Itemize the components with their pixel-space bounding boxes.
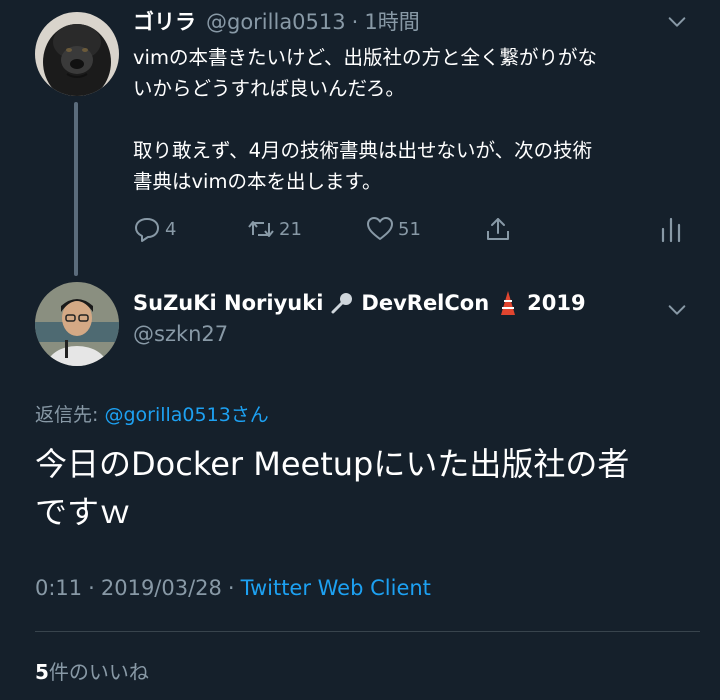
like-button[interactable]: 51: [366, 212, 421, 246]
likes-count: 5: [35, 660, 49, 684]
chevron-down-icon[interactable]: [666, 299, 688, 321]
tweet-detail-page: ゴリラ @gorilla0513 · 1時間 vimの本書きたいけど、出版社の方…: [0, 0, 720, 700]
parent-timestamp[interactable]: 1時間: [364, 6, 419, 36]
tweet-date[interactable]: 2019/03/28: [101, 576, 222, 600]
parent-text-line: いからどうすれば良いんだろ。: [133, 77, 405, 100]
heart-icon: [367, 217, 393, 240]
microphone-icon: [331, 293, 353, 314]
tweet-time[interactable]: 0:11: [35, 576, 82, 600]
parent-display-name[interactable]: ゴリラ: [133, 6, 196, 36]
display-name-text: SuZuKi Noriyuki: [133, 291, 324, 315]
reply-count: 4: [165, 218, 177, 240]
share-button[interactable]: [484, 212, 512, 246]
display-name-text: 2019: [527, 291, 586, 315]
parent-text-line: 取り敢えず、4月の技術書典は出せないが、次の技術: [133, 139, 593, 162]
meta-separator: ·: [227, 576, 235, 600]
main-display-name[interactable]: SuZuKi Noriyuki DevRelCon 2019: [133, 290, 586, 316]
main-text-line: ですｗ: [35, 493, 132, 531]
share-icon: [487, 218, 509, 240]
reply-to-label: 返信先:: [35, 404, 99, 426]
tweet-meta: 0:11 · 2019/03/28 · Twitter Web Client: [35, 576, 431, 600]
reply-button[interactable]: 4: [133, 212, 176, 246]
divider: [35, 631, 700, 632]
display-name-text: DevRelCon: [361, 291, 490, 315]
like-count: 51: [398, 218, 421, 240]
retweet-count: 21: [279, 218, 302, 240]
analytics-icon: [661, 217, 681, 243]
reply-to-line: 返信先: @gorilla0513さん: [35, 400, 269, 427]
likes-summary[interactable]: 5件のいいね: [35, 656, 149, 685]
main-handle[interactable]: @szkn27: [133, 322, 228, 346]
parent-text-line: vimの本書きたいけど、出版社の方と全く繋がりがな: [133, 46, 597, 69]
thread-connector-line: [74, 102, 78, 276]
main-text-line: 今日のDocker Meetupにいた出版社の者: [35, 445, 630, 483]
person-avatar-image: [35, 282, 119, 366]
main-tweet-text: 今日のDocker Meetupにいた出版社の者 ですｗ: [35, 440, 695, 536]
chevron-down-icon[interactable]: [666, 11, 688, 33]
parent-tweet-text: vimの本書きたいけど、出版社の方と全く繋がりがな いからどうすれば良いんだろ。…: [133, 42, 693, 197]
person-avatar[interactable]: [35, 282, 119, 366]
header-separator: ·: [351, 10, 359, 34]
likes-label: 件のいいね: [48, 660, 149, 684]
parent-handle[interactable]: @gorilla0513: [206, 10, 346, 34]
retweet-button[interactable]: 21: [247, 212, 302, 246]
gorilla-avatar[interactable]: [35, 12, 119, 96]
parent-tweet-header: ゴリラ @gorilla0513 · 1時間: [133, 6, 420, 36]
reply-icon: [135, 218, 159, 242]
client-link[interactable]: Twitter Web Client: [241, 576, 431, 600]
analytics-button[interactable]: [657, 212, 685, 246]
reply-to-user-link[interactable]: @gorilla0513さん: [104, 404, 268, 426]
retweet-icon: [248, 221, 274, 237]
parent-tweet-actions: 4 21 51: [133, 212, 693, 246]
meta-separator: ·: [88, 576, 95, 600]
gorilla-avatar-image: [35, 12, 119, 96]
parent-text-line: 書典はvimの本を出します。: [133, 170, 382, 193]
tokyo-tower-icon: [501, 291, 516, 315]
